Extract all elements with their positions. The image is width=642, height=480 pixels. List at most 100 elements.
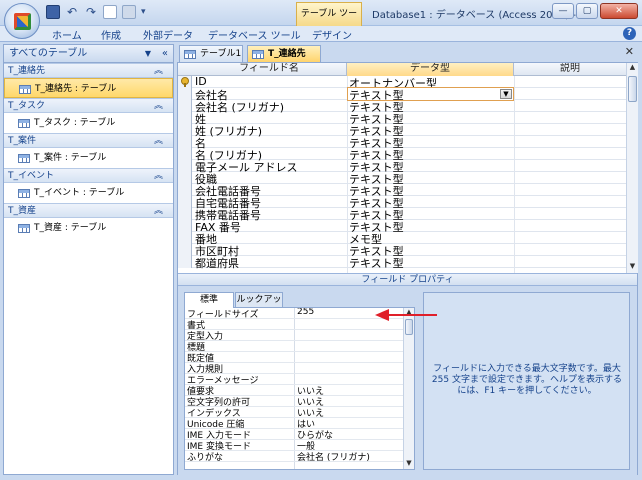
property-label: ふりがな xyxy=(187,453,224,463)
doc-tab-contacts[interactable]: T_連絡先 xyxy=(247,45,321,62)
table-icon xyxy=(18,119,30,128)
nav-group-name: T_連絡先 xyxy=(8,66,45,76)
document-tabs: テーブル1 T_連絡先 ✕ xyxy=(177,44,638,62)
nav-item-table[interactable]: T_案件 : テーブル xyxy=(4,148,173,168)
nav-group-header[interactable]: T_資産 ︽ xyxy=(4,203,173,218)
nav-item-table[interactable]: T_タスク : テーブル xyxy=(4,113,173,133)
red-arrow-annotation xyxy=(375,309,437,321)
doc-tab-label: T_連絡先 xyxy=(268,49,306,59)
scroll-thumb[interactable] xyxy=(405,319,413,335)
save-icon[interactable] xyxy=(46,5,60,19)
row-selector[interactable] xyxy=(178,100,192,112)
nav-item-table[interactable]: T_資産 : テーブル xyxy=(4,218,173,238)
table-icon xyxy=(184,50,196,59)
row-selector[interactable] xyxy=(178,196,192,208)
field-row[interactable]: 都道府県 テキスト型 xyxy=(178,255,626,271)
redo-icon[interactable]: ↷ xyxy=(84,5,98,19)
tab-external-data[interactable]: 外部データ xyxy=(143,27,193,42)
minimize-button[interactable]: — xyxy=(552,3,574,19)
nav-group-header[interactable]: T_連絡先 ︽ xyxy=(4,63,173,78)
table-icon xyxy=(19,85,31,94)
undo-icon[interactable]: ↶ xyxy=(65,5,79,19)
primary-key-icon xyxy=(181,77,189,87)
column-header-description[interactable]: 説明 xyxy=(514,63,626,76)
chevron-down-icon[interactable]: ▼ xyxy=(500,89,512,99)
nav-item-table[interactable]: T_連絡先 : テーブル xyxy=(4,78,173,98)
context-tab-table-tools: テーブル ツール xyxy=(296,2,362,41)
nav-group-header[interactable]: T_イベント ︽ xyxy=(4,168,173,183)
scroll-up-icon[interactable]: ▲ xyxy=(627,63,638,74)
row-selector[interactable] xyxy=(178,124,192,136)
nav-item-label: T_タスク : テーブル xyxy=(34,118,116,128)
doc-tab-label: テーブル1 xyxy=(200,49,242,59)
table-icon xyxy=(252,50,264,59)
row-selector[interactable] xyxy=(178,148,192,160)
property-value[interactable]: 255 xyxy=(297,308,314,317)
property-row[interactable]: ふりがな 会社名 (フリガナ) xyxy=(185,450,404,463)
row-selector[interactable] xyxy=(178,136,192,148)
nav-pane-title: すべてのテーブル xyxy=(9,48,88,59)
row-selector[interactable] xyxy=(178,112,192,124)
field-name-cell[interactable]: 都道府県 xyxy=(195,255,239,271)
tab-home[interactable]: ホーム xyxy=(52,27,82,42)
nav-item-label: T_案件 : テーブル xyxy=(34,153,107,163)
new-document-icon[interactable] xyxy=(103,5,117,19)
collapse-group-icon[interactable]: ︽ xyxy=(154,204,163,218)
row-selector[interactable] xyxy=(178,220,192,232)
scroll-down-icon[interactable]: ▼ xyxy=(627,262,638,273)
nav-item-table[interactable]: T_イベント : テーブル xyxy=(4,183,173,203)
tab-lookup[interactable]: ルックアップ xyxy=(235,292,283,319)
field-row[interactable]: FAX 番号 テキスト型 xyxy=(178,220,626,234)
field-grid: フィールド名 データ型 説明 ID オートナンバー型 会社名 ▼ テキスト型 会社名 (フ… xyxy=(178,63,626,273)
collapse-group-icon[interactable]: ︽ xyxy=(154,64,163,78)
row-selector[interactable] xyxy=(178,76,192,88)
collapse-group-icon[interactable]: ︽ xyxy=(154,99,163,113)
property-help-text: フィールドに入力できる最大文字数です。最大 255 文字まで設定できます。ヘルプ… xyxy=(431,364,623,396)
row-selector[interactable] xyxy=(178,172,192,184)
office-button[interactable] xyxy=(4,3,40,39)
row-selector[interactable] xyxy=(178,160,192,172)
field-grid-scrollbar[interactable]: ▲ ▼ xyxy=(626,63,638,273)
customize-dropdown-icon[interactable]: ▾ xyxy=(141,7,146,17)
tab-create[interactable]: 作成 xyxy=(101,27,121,42)
nav-group-header[interactable]: T_タスク ︽ xyxy=(4,98,173,113)
table-icon xyxy=(18,224,30,233)
close-button[interactable]: ✕ xyxy=(600,3,638,19)
data-type-cell[interactable]: テキスト型 xyxy=(349,255,404,271)
nav-group-header[interactable]: T_案件 ︽ xyxy=(4,133,173,148)
collapse-pane-icon[interactable]: « xyxy=(162,45,168,62)
column-header-field-name[interactable]: フィールド名 xyxy=(192,63,347,76)
nav-pane-header[interactable]: すべてのテーブル ▼ « xyxy=(4,45,173,63)
quick-access-toolbar: ↶ ↷ ▾ xyxy=(46,5,146,19)
nav-group-name: T_案件 xyxy=(8,136,36,146)
close-document-icon[interactable]: ✕ xyxy=(625,45,634,58)
scroll-thumb[interactable] xyxy=(628,76,637,102)
property-value[interactable]: 会社名 (フリガナ) xyxy=(297,450,370,463)
row-selector[interactable] xyxy=(178,184,192,196)
tab-general[interactable]: 標準 xyxy=(184,292,234,308)
row-selector[interactable] xyxy=(178,208,192,220)
row-selector[interactable] xyxy=(178,256,192,268)
field-properties-title: フィールド プロパティ xyxy=(178,273,637,286)
collapse-group-icon[interactable]: ︽ xyxy=(154,169,163,183)
tab-design[interactable]: デザイン xyxy=(312,27,352,42)
doc-tab-table1[interactable]: テーブル1 xyxy=(179,45,243,62)
row-selector[interactable] xyxy=(178,244,192,256)
window-controls: — ▢ ✕ xyxy=(552,3,638,19)
property-scrollbar[interactable]: ▲ ▼ xyxy=(403,308,414,469)
collapse-group-icon[interactable]: ︽ xyxy=(154,134,163,148)
row-selector[interactable] xyxy=(178,232,192,244)
tool-icon[interactable] xyxy=(122,5,136,19)
nav-group-name: T_タスク xyxy=(8,101,45,111)
chevron-down-icon[interactable]: ▼ xyxy=(145,45,151,62)
office-logo-icon xyxy=(14,13,31,30)
property-help-box: フィールドに入力できる最大文字数です。最大 255 文字まで設定できます。ヘルプ… xyxy=(423,292,630,470)
nav-item-label: T_資産 : テーブル xyxy=(34,223,107,233)
help-icon[interactable]: ? xyxy=(623,27,636,40)
scroll-down-icon[interactable]: ▼ xyxy=(404,459,414,469)
navigation-pane: すべてのテーブル ▼ « T_連絡先 ︽ T_連絡先 : テーブル T_タスク ︽ … xyxy=(3,44,174,475)
tab-database-tools[interactable]: データベース ツール xyxy=(208,27,301,42)
maximize-button[interactable]: ▢ xyxy=(576,3,598,19)
row-selector[interactable] xyxy=(178,88,192,100)
table-icon xyxy=(18,154,30,163)
